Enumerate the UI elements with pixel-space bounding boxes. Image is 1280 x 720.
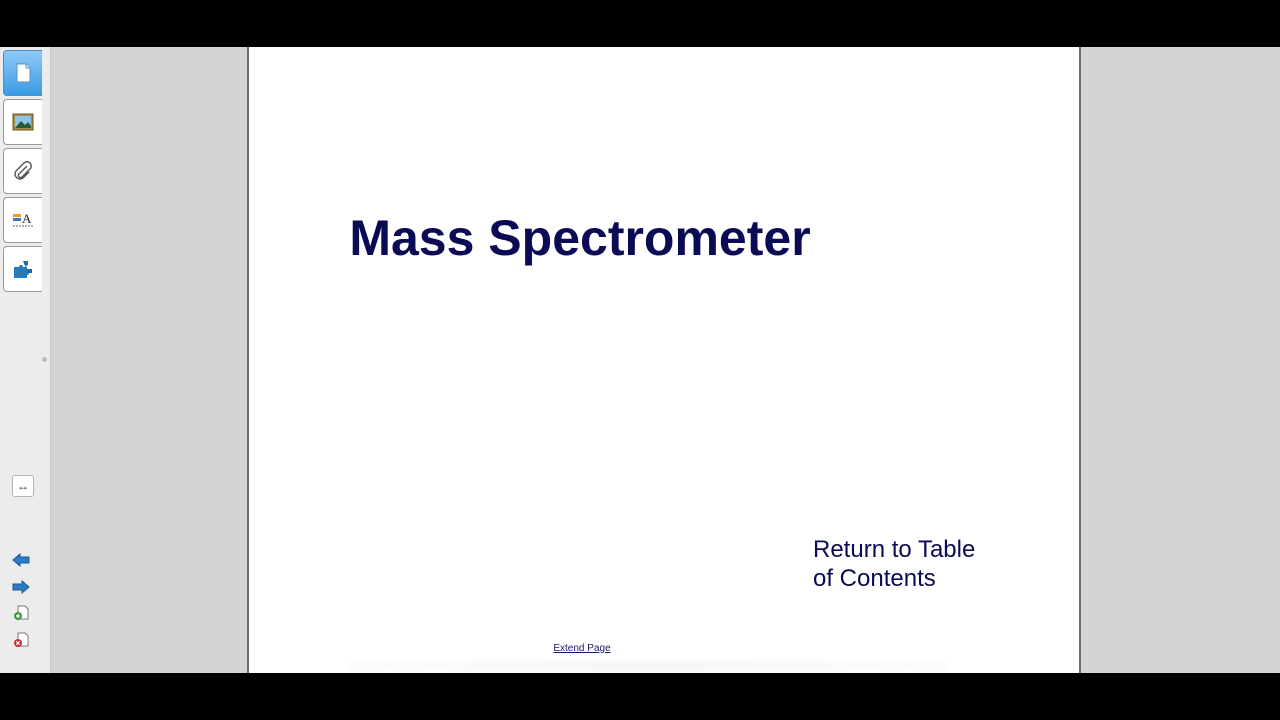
text-properties-icon: A [12,211,34,229]
arrow-right-icon [12,579,30,599]
page-bottom-shadow [349,659,949,673]
picture-icon [12,113,34,131]
page-canvas[interactable]: Mass Spectrometer Return to Table of Con… [247,47,1081,673]
properties-tab[interactable]: A [3,197,42,243]
page-title: Mass Spectrometer [349,210,811,266]
svg-text:A: A [22,211,32,226]
gallery-tab[interactable] [3,99,42,145]
panel-splitter-handle[interactable] [42,357,47,362]
side-panel: A ↔ [0,47,51,673]
top-black-bar [0,0,1280,47]
addons-tab[interactable] [3,246,42,292]
paperclip-icon [13,161,33,181]
return-link-line2: of Contents [813,565,936,592]
delete-page-icon [13,632,29,653]
next-page-button[interactable] [11,579,31,599]
previous-page-button[interactable] [11,552,31,572]
return-to-contents-link[interactable]: Return to Table of Contents [813,535,1013,593]
attachments-tab[interactable] [3,148,42,194]
notebook-app: A ↔ Mass Spectrometer Return to Table of… [0,47,1280,673]
puzzle-icon [12,259,34,279]
delete-page-button[interactable] [11,632,31,653]
add-page-button[interactable] [11,605,31,626]
panel-resize-button[interactable]: ↔ [12,475,34,497]
extend-page-link[interactable]: Extend Page [167,643,997,654]
arrow-left-icon [12,552,30,572]
page-sorter-tab[interactable] [3,50,42,96]
page-icon [14,63,32,83]
return-link-line1: Return to Table [813,536,976,563]
add-page-icon [13,605,29,626]
bottom-black-bar [0,673,1280,720]
